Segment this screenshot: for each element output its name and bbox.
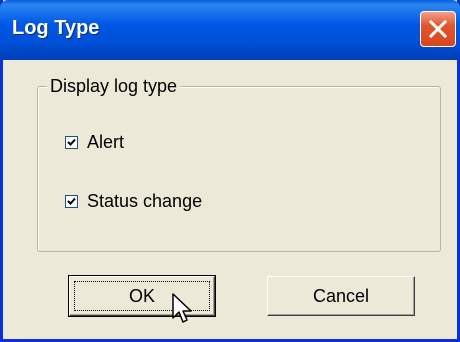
- status-change-check-box[interactable]: [65, 194, 78, 208]
- checkmark-icon: [67, 197, 76, 205]
- alert-label: Alert: [87, 132, 125, 152]
- group-label: Display log type: [47, 75, 181, 97]
- alert-check-box[interactable]: [65, 135, 78, 149]
- checkmark-icon: [67, 138, 76, 146]
- cancel-button-label: Cancel: [312, 285, 370, 306]
- display-log-type-group: [37, 86, 441, 252]
- cancel-button[interactable]: Cancel: [267, 276, 415, 316]
- window-title: Log Type: [12, 17, 100, 39]
- alert-checkbox[interactable]: Alert: [65, 130, 124, 154]
- close-icon: [428, 19, 448, 39]
- status-change-label: Status change: [87, 191, 203, 211]
- mouse-pointer-icon: [172, 293, 192, 323]
- status-change-checkbox[interactable]: Status change: [65, 189, 202, 213]
- title-bar[interactable]: Log Type: [0, 0, 460, 60]
- log-type-dialog: Log Type Display log type Alert Status c…: [0, 0, 460, 342]
- close-button[interactable]: [420, 11, 456, 47]
